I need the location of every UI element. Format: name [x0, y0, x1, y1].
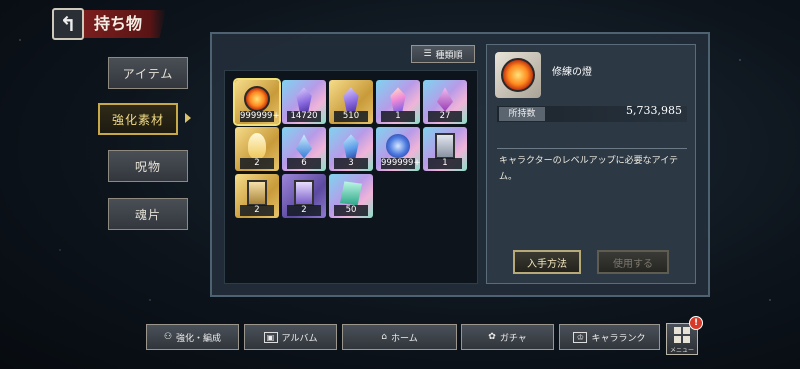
item-count: 14720	[287, 111, 321, 122]
divider	[497, 148, 687, 149]
nav-home[interactable]: ⌂ ホーム	[342, 324, 457, 350]
item-cell[interactable]: 999999+	[376, 127, 420, 171]
item-cell[interactable]: 50	[329, 174, 373, 218]
item-count: 1	[428, 158, 462, 169]
feather-icon	[248, 133, 266, 160]
sort-button[interactable]: ☰ 種類順	[411, 45, 475, 63]
owned-label: 所持数	[499, 107, 545, 121]
purple-crystal-icon	[296, 87, 312, 112]
menu-label: メニュー	[669, 347, 694, 354]
owned-value: 5,733,985	[626, 104, 682, 117]
item-cell[interactable]: 2	[235, 174, 279, 218]
item-count: 999999+	[381, 158, 420, 169]
rank-icon: ♔	[573, 331, 588, 343]
nav-character-rank[interactable]: ♔ キャラランク	[559, 324, 660, 350]
tab-items[interactable]: アイテム	[108, 57, 188, 89]
pink-shard-icon	[437, 87, 453, 112]
team-icon: ⚇	[163, 332, 173, 342]
tablet-icon	[340, 181, 362, 206]
item-count: 50	[334, 205, 368, 216]
home-icon: ⌂	[381, 332, 387, 342]
item-count: 1	[381, 111, 415, 122]
nav-label: キャラランク	[591, 333, 646, 344]
item-cell[interactable]: 14720	[282, 80, 326, 124]
item-cell-flame-orb[interactable]: 999999+	[233, 78, 281, 126]
use-button[interactable]: 使用する	[597, 250, 669, 274]
purple-crystal-icon	[343, 87, 359, 112]
back-arrow-icon: ↰	[59, 12, 77, 36]
back-button[interactable]: ↰	[52, 8, 84, 40]
album-icon: ▣	[263, 331, 278, 343]
item-count: 2	[287, 205, 321, 216]
active-tab-arrow-icon	[185, 113, 191, 123]
nav-enhance-formation[interactable]: ⚇ 強化・編成	[146, 324, 239, 350]
notification-badge: !	[689, 316, 703, 330]
nav-label: ガチャ	[499, 333, 527, 344]
nav-label: ホーム	[390, 333, 418, 344]
nav-album[interactable]: ▣ アルバム	[244, 324, 337, 350]
item-cell[interactable]: 6	[282, 127, 326, 171]
gacha-icon: ✿	[488, 332, 496, 342]
detail-item-icon	[495, 52, 541, 98]
card-icon	[247, 180, 267, 207]
tab-curses[interactable]: 呪物	[108, 150, 188, 182]
item-cell[interactable]: 510	[329, 80, 373, 124]
item-description: キャラクターのレベルアップに必要なアイテム。	[499, 156, 679, 182]
nav-label: アルバム	[281, 333, 318, 344]
blue-shard-icon	[296, 134, 312, 159]
item-count: 2	[240, 205, 274, 216]
item-count: 27	[428, 111, 462, 122]
item-cell[interactable]: 1	[423, 127, 467, 171]
obtain-method-button[interactable]: 入手方法	[513, 250, 581, 274]
nav-gacha[interactable]: ✿ ガチャ	[461, 324, 554, 350]
item-count: 3	[334, 158, 368, 169]
blue-orb-icon	[386, 134, 410, 159]
flame-orb-icon	[501, 58, 535, 92]
item-cell[interactable]: 2	[282, 174, 326, 218]
item-cell[interactable]: 3	[329, 127, 373, 171]
rainbow-crystal-icon	[390, 87, 406, 112]
item-cell[interactable]: 2	[235, 127, 279, 171]
tab-soul-fragments[interactable]: 魂片	[108, 198, 188, 230]
page-title: 持ち物	[84, 10, 166, 38]
blue-crystal-icon	[343, 134, 359, 159]
item-cell[interactable]: 1	[376, 80, 420, 124]
menu-grid-icon	[674, 327, 690, 343]
item-cell[interactable]: 27	[423, 80, 467, 124]
card-icon	[435, 133, 455, 160]
tab-enhance-materials[interactable]: 強化素材	[98, 103, 178, 135]
detail-item-name: 修練の燈	[552, 67, 592, 78]
item-count: 6	[287, 158, 321, 169]
sort-icon: ☰	[423, 49, 432, 59]
item-count: 510	[334, 111, 368, 122]
item-count: 999999+	[240, 111, 279, 122]
nav-label: 強化・編成	[176, 333, 222, 344]
item-count: 2	[240, 158, 274, 169]
sort-label: 種類順	[435, 50, 463, 61]
flame-orb-icon	[244, 86, 270, 113]
card-icon	[294, 180, 314, 207]
